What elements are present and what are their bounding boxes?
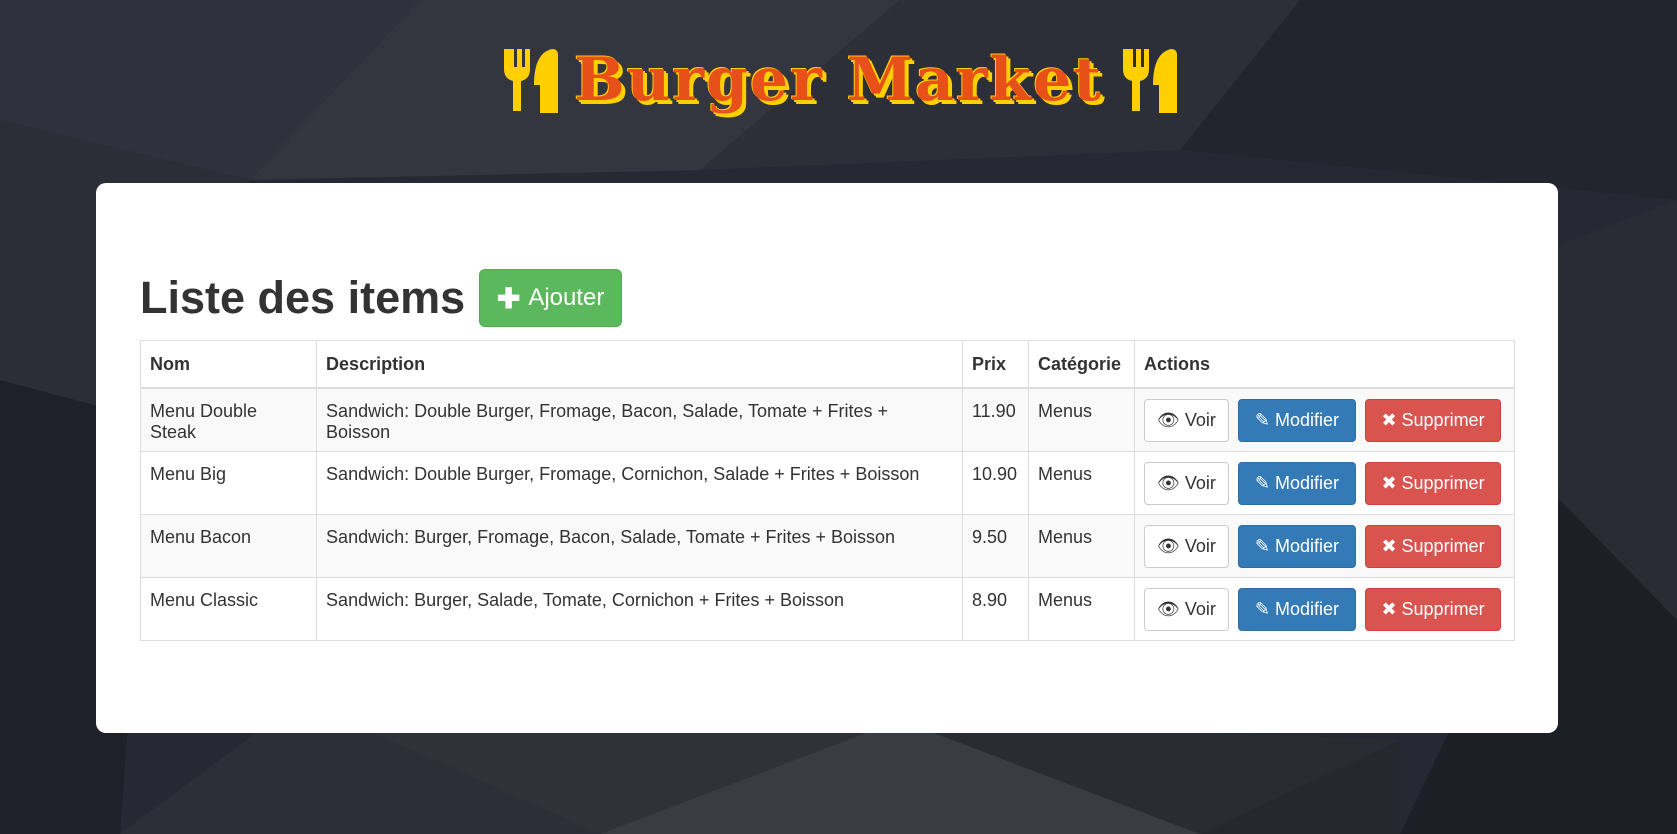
view-button-label: Voir	[1184, 535, 1216, 556]
view-button-label: Voir	[1184, 598, 1216, 619]
cell-nom: Menu Bacon	[139, 513, 318, 578]
cell-prix: 8.90	[962, 576, 1029, 641]
column-header-description: Description	[316, 340, 963, 389]
delete-button-label: Supprimer	[1401, 598, 1485, 619]
content-panel: Liste des items ✚ Ajouter Nom Descriptio…	[96, 183, 1558, 733]
cell-description: Sandwich: Double Burger, Fromage, Cornic…	[316, 450, 963, 515]
delete-button[interactable]: ✖ Supprimer	[1365, 587, 1501, 631]
delete-button-label: Supprimer	[1401, 472, 1485, 493]
column-header-actions: Actions	[1133, 340, 1516, 389]
cell-description: Sandwich: Burger, Fromage, Bacon, Salade…	[316, 513, 963, 578]
edit-button-label: Modifier	[1275, 598, 1340, 619]
cell-description: Sandwich: Burger, Salade, Tomate, Cornic…	[316, 576, 963, 641]
cell-prix: 10.90	[962, 450, 1029, 515]
column-header-categorie: Catégorie	[1027, 340, 1135, 389]
cell-prix: 9.50	[962, 513, 1029, 578]
remove-icon: ✖	[1381, 535, 1397, 556]
edit-button[interactable]: ✎ Modifier	[1237, 587, 1356, 631]
delete-button-label: Supprimer	[1401, 535, 1485, 556]
cell-categorie: Menus	[1027, 450, 1135, 515]
add-item-button-label: Ajouter	[528, 284, 605, 311]
eye-icon: 👁	[1157, 535, 1180, 556]
cell-categorie: Menus	[1027, 576, 1135, 641]
view-button[interactable]: 👁 Voir	[1143, 524, 1229, 568]
cell-nom: Menu Double Steak	[139, 387, 318, 452]
remove-icon: ✖	[1381, 472, 1397, 493]
cell-categorie: Menus	[1027, 387, 1135, 452]
eye-icon: 👁	[1157, 598, 1180, 619]
site-header: Burger Market	[0, 40, 1677, 120]
table-row: Menu Bacon Sandwich: Burger, Fromage, Ba…	[139, 513, 1516, 578]
brand-title: Burger Market	[574, 47, 1103, 113]
table-row: Menu Big Sandwich: Double Burger, Fromag…	[139, 450, 1516, 515]
cell-categorie: Menus	[1027, 513, 1135, 578]
items-table: Nom Description Prix Catégorie Actions M…	[139, 340, 1516, 641]
cell-description: Sandwich: Double Burger, Fromage, Bacon,…	[316, 387, 963, 452]
remove-icon: ✖	[1381, 598, 1397, 619]
page-title: Liste des items	[140, 272, 466, 323]
plus-icon: ✚	[496, 282, 521, 314]
cutlery-icon	[1122, 49, 1177, 113]
pencil-icon: ✎	[1254, 598, 1271, 619]
edit-button-label: Modifier	[1275, 535, 1340, 556]
edit-button-label: Modifier	[1275, 410, 1340, 430]
cell-prix: 11.90	[962, 387, 1029, 452]
edit-button[interactable]: ✎ Modifier	[1237, 399, 1356, 442]
brand-title-main: Burger	[574, 45, 824, 115]
delete-button-label: Supprimer	[1401, 410, 1485, 430]
cell-actions: 👁 Voir ✎ Modifier ✖ Supprimer	[1133, 387, 1516, 452]
pencil-icon: ✎	[1254, 410, 1271, 430]
cell-actions: 👁 Voir ✎ Modifier ✖ Supprimer	[1133, 450, 1516, 515]
cell-actions: 👁 Voir ✎ Modifier ✖ Supprimer	[1133, 576, 1516, 641]
column-header-prix: Prix	[962, 340, 1029, 389]
view-button-label: Voir	[1184, 472, 1216, 493]
cell-nom: Menu Big	[139, 450, 318, 515]
edit-button[interactable]: ✎ Modifier	[1237, 524, 1356, 568]
cutlery-icon	[504, 49, 559, 113]
view-button[interactable]: 👁 Voir	[1143, 587, 1229, 631]
title-row: Liste des items ✚ Ajouter	[140, 269, 623, 327]
cell-actions: 👁 Voir ✎ Modifier ✖ Supprimer	[1133, 513, 1516, 578]
table-row: Menu Classic Sandwich: Burger, Salade, T…	[139, 576, 1516, 641]
view-button[interactable]: 👁 Voir	[1143, 399, 1229, 442]
cell-nom: Menu Classic	[139, 576, 318, 641]
pencil-icon: ✎	[1254, 535, 1271, 556]
brand-title-second: Market	[846, 45, 1103, 115]
view-button[interactable]: 👁 Voir	[1143, 461, 1229, 505]
table-header-row: Nom Description Prix Catégorie Actions	[139, 340, 1516, 389]
edit-button[interactable]: ✎ Modifier	[1237, 461, 1356, 505]
remove-icon: ✖	[1381, 410, 1397, 430]
edit-button-label: Modifier	[1275, 472, 1340, 493]
pencil-icon: ✎	[1254, 472, 1271, 493]
view-button-label: Voir	[1184, 410, 1216, 430]
table-row: Menu Double Steak Sandwich: Double Burge…	[139, 387, 1516, 452]
column-header-nom: Nom	[139, 340, 318, 389]
add-item-button[interactable]: ✚ Ajouter	[479, 269, 623, 327]
delete-button[interactable]: ✖ Supprimer	[1365, 399, 1501, 442]
eye-icon: 👁	[1157, 472, 1180, 493]
eye-icon: 👁	[1157, 410, 1180, 430]
delete-button[interactable]: ✖ Supprimer	[1365, 524, 1501, 568]
delete-button[interactable]: ✖ Supprimer	[1365, 461, 1501, 505]
